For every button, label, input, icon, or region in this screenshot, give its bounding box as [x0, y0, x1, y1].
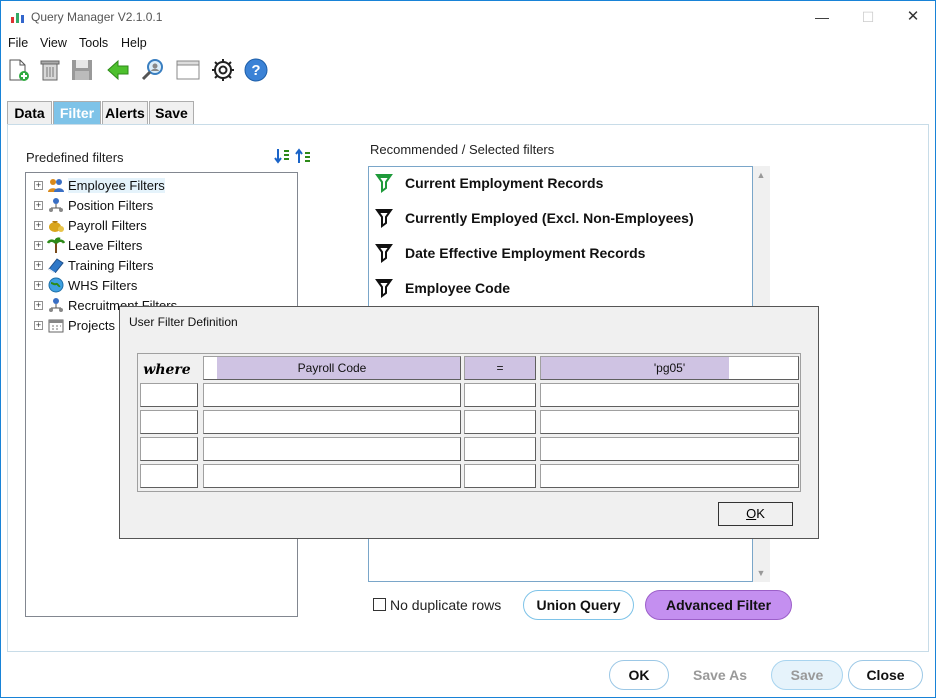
tree-item-position-filters[interactable]: + Position Filters: [34, 196, 153, 214]
funnel-icon: [375, 279, 393, 298]
query-manager-window: Query Manager V2.1.0.1 — ☐ ✕ File View T…: [0, 0, 936, 698]
tree-item-employee-filters[interactable]: + Employee Filters: [34, 176, 165, 194]
svg-text:?: ?: [251, 62, 260, 79]
menu-view[interactable]: View: [40, 36, 67, 50]
recommended-item[interactable]: Current Employment Records: [375, 172, 603, 194]
sort-descending-icon[interactable]: [274, 148, 290, 164]
tree-item-leave-filters[interactable]: + Leave Filters: [34, 236, 142, 254]
tree-item-whs-filters[interactable]: + WHS Filters: [34, 276, 137, 294]
connector-cell[interactable]: [140, 410, 198, 434]
field-cell[interactable]: [203, 383, 461, 407]
connector-cell[interactable]: [140, 437, 198, 461]
funnel-icon: [375, 209, 393, 228]
operator-cell[interactable]: [464, 437, 536, 461]
tree-item-projects[interactable]: + Projects: [34, 316, 115, 334]
expand-icon[interactable]: +: [34, 240, 43, 250]
minimize-button[interactable]: —: [807, 7, 837, 27]
new-document-icon[interactable]: [5, 57, 31, 83]
palm-tree-icon: [47, 237, 65, 253]
expand-icon[interactable]: +: [34, 200, 43, 210]
field-cell[interactable]: Payroll Code: [203, 356, 461, 380]
save-icon[interactable]: [69, 57, 95, 83]
scroll-up-icon[interactable]: ▲: [756, 170, 766, 180]
tree-item-training-filters[interactable]: + Training Filters: [34, 256, 153, 274]
save-button[interactable]: Save: [771, 660, 843, 690]
calendar-icon: [48, 319, 64, 333]
maximize-button[interactable]: ☐: [853, 7, 883, 27]
field-cell[interactable]: [203, 410, 461, 434]
close-button[interactable]: Close: [848, 660, 923, 690]
value-cell[interactable]: [540, 383, 799, 407]
globe-icon: [48, 277, 64, 293]
menu-tools[interactable]: Tools: [79, 36, 108, 50]
field-cell[interactable]: [203, 437, 461, 461]
book-icon: [48, 258, 64, 273]
where-label: where: [143, 362, 191, 378]
people-icon: [48, 179, 64, 192]
funnel-selected-icon: [375, 174, 393, 193]
save-as-button[interactable]: Save As: [677, 660, 763, 690]
menu-bar: File View Tools Help: [1, 35, 935, 53]
operator-cell[interactable]: [464, 383, 536, 407]
value-cell[interactable]: [540, 437, 799, 461]
recommended-filters-label: Recommended / Selected filters: [370, 142, 555, 157]
dialog-ok-button[interactable]: OK: [718, 502, 793, 526]
toolbar: ?: [1, 55, 935, 85]
connector-cell[interactable]: [140, 383, 198, 407]
dialog-title: User Filter Definition: [129, 315, 238, 329]
title-bar: Query Manager V2.1.0.1 — ☐ ✕: [1, 1, 935, 33]
predefined-filters-label: Predefined filters: [26, 150, 124, 165]
connector-cell[interactable]: [140, 464, 198, 488]
value-cell[interactable]: [540, 464, 799, 488]
tab-alerts[interactable]: Alerts: [102, 101, 148, 125]
user-filter-definition-dialog: User Filter Definition where Payroll Cod…: [119, 306, 819, 539]
window-icon[interactable]: [175, 57, 201, 83]
no-duplicate-rows-checkbox[interactable]: [373, 598, 386, 611]
no-duplicate-rows-label: No duplicate rows: [390, 597, 502, 613]
funnel-icon: [375, 244, 393, 263]
search-person-icon[interactable]: [140, 57, 166, 83]
tab-data[interactable]: Data: [7, 101, 52, 125]
recommended-item[interactable]: Currently Employed (Excl. Non-Employees): [375, 207, 694, 229]
settings-icon[interactable]: [210, 57, 236, 83]
close-window-button[interactable]: ✕: [898, 7, 928, 27]
operator-cell[interactable]: [464, 410, 536, 434]
sort-ascending-icon[interactable]: [295, 148, 311, 164]
org-chart-icon: [49, 198, 63, 212]
ok-button[interactable]: OK: [609, 660, 669, 690]
filter-definition-grid: where Payroll Code = 'pg05': [137, 353, 801, 492]
tab-save[interactable]: Save: [149, 101, 194, 125]
help-icon[interactable]: ?: [243, 57, 269, 83]
money-bag-icon: [49, 221, 64, 232]
expand-icon[interactable]: +: [34, 320, 43, 330]
back-arrow-icon[interactable]: [105, 57, 131, 83]
menu-help[interactable]: Help: [121, 36, 147, 50]
recommended-item[interactable]: Employee Code: [375, 277, 510, 299]
union-query-button[interactable]: Union Query: [523, 590, 634, 620]
org-chart-icon: [49, 298, 63, 312]
value-cell[interactable]: [540, 410, 799, 434]
expand-icon[interactable]: +: [34, 260, 43, 270]
tab-filter[interactable]: Filter: [53, 101, 101, 125]
value-cell[interactable]: 'pg05': [540, 356, 799, 380]
delete-icon[interactable]: [37, 57, 63, 83]
expand-icon[interactable]: +: [34, 220, 43, 230]
menu-file[interactable]: File: [8, 36, 28, 50]
scroll-down-icon[interactable]: ▼: [756, 568, 766, 578]
advanced-filter-button[interactable]: Advanced Filter: [645, 590, 792, 620]
window-title: Query Manager V2.1.0.1: [31, 10, 163, 24]
operator-cell[interactable]: [464, 464, 536, 488]
recommended-item[interactable]: Date Effective Employment Records: [375, 242, 645, 264]
field-cell[interactable]: [203, 464, 461, 488]
tree-item-payroll-filters[interactable]: + Payroll Filters: [34, 216, 147, 234]
expand-icon[interactable]: +: [34, 280, 43, 290]
app-logo-icon: [11, 13, 24, 23]
expand-icon[interactable]: +: [34, 300, 43, 310]
operator-cell[interactable]: =: [464, 356, 536, 380]
expand-icon[interactable]: +: [34, 180, 43, 190]
